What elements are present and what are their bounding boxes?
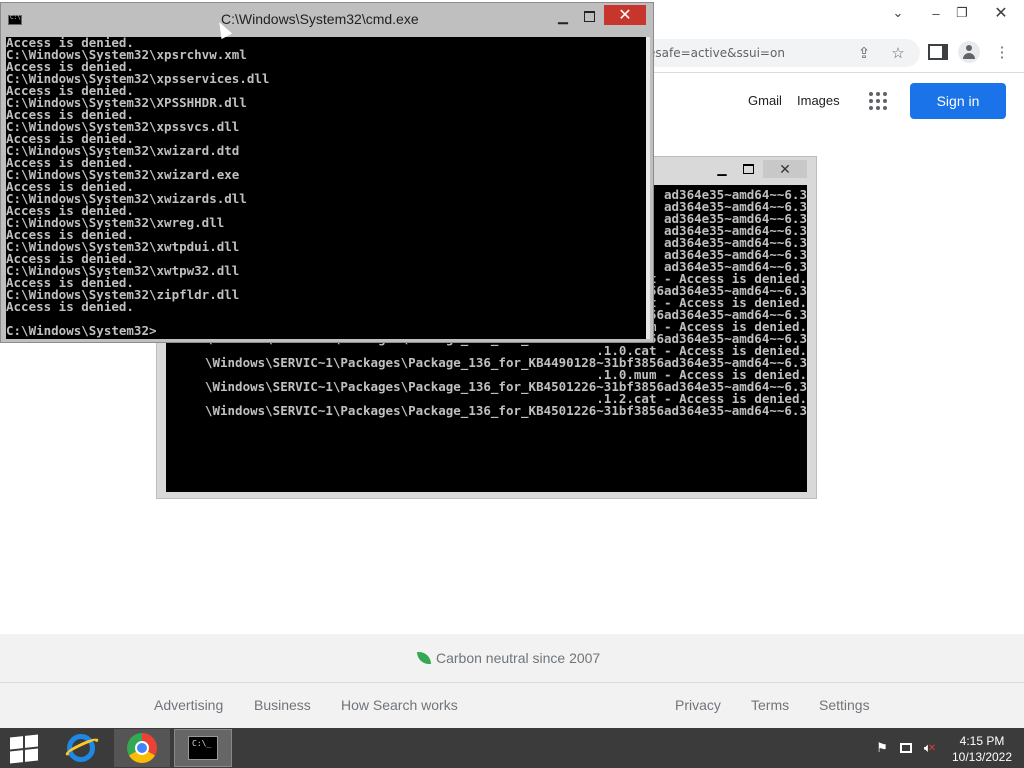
settings-link[interactable]: Settings	[819, 697, 870, 713]
maximize-button[interactable]	[579, 7, 599, 25]
minimize-button[interactable]: ▁	[713, 160, 731, 178]
advertising-link[interactable]: Advertising	[154, 697, 223, 713]
bookmark-star-icon[interactable]: ☆	[886, 41, 910, 65]
cmd-icon	[188, 736, 218, 760]
close-button[interactable]: ✕	[604, 5, 646, 25]
how-search-works-link[interactable]: How Search works	[341, 697, 458, 713]
scrollbar[interactable]	[646, 37, 650, 339]
window-title: C:\Windows\System32\cmd.exe	[221, 11, 419, 27]
taskbar: ⚑ 🔈︎✕ 4:15 PM 10/13/2022	[0, 728, 1024, 768]
start-button[interactable]	[10, 734, 38, 764]
action-center-flag-icon[interactable]: ⚑	[874, 740, 890, 756]
cmd-window-active[interactable]: C:\Windows\System32\cmd.exe ▁ ✕ Access i…	[0, 2, 654, 343]
gmail-link[interactable]: Gmail	[748, 93, 782, 108]
console-line: Access is denied.	[6, 299, 134, 314]
taskbar-chrome-button[interactable]	[114, 729, 170, 767]
tab-list-chevron-icon[interactable]: ⌄	[879, 0, 917, 26]
page-footer: Carbon neutral since 2007 Advertising Bu…	[0, 634, 1024, 728]
cmd-app-icon	[8, 14, 22, 25]
internet-explorer-icon	[67, 734, 95, 762]
close-button[interactable]: ✕	[763, 160, 807, 178]
clock-date: 10/13/2022	[951, 750, 1013, 764]
maximize-button[interactable]	[739, 160, 757, 178]
apps-grid-icon[interactable]	[869, 92, 887, 110]
taskbar-cmd-button[interactable]	[174, 729, 232, 767]
restore-button[interactable]: ❐	[943, 0, 981, 26]
images-link[interactable]: Images	[797, 93, 840, 108]
footer-divider	[0, 682, 1024, 683]
side-panel-icon[interactable]	[926, 40, 950, 64]
more-menu-icon[interactable]: ⋮	[990, 40, 1014, 64]
profile-avatar-icon[interactable]	[957, 40, 981, 64]
cmd-titlebar[interactable]: C:\Windows\System32\cmd.exe ▁ ✕	[1, 3, 653, 33]
carbon-neutral-note: Carbon neutral since 2007	[416, 650, 600, 666]
minimize-button[interactable]: ▁	[553, 7, 573, 25]
carbon-text[interactable]: Carbon neutral since 2007	[436, 650, 600, 666]
clock-time: 4:15 PM	[959, 734, 1005, 748]
console-output[interactable]: Access is denied. C:\Windows\System32\xps…	[6, 37, 646, 339]
system-clock[interactable]: 4:15 PM 10/13/2022	[944, 733, 1020, 765]
close-button[interactable]: ✕	[982, 0, 1020, 26]
sign-in-button[interactable]: Sign in	[910, 83, 1006, 119]
taskbar-ie-button[interactable]	[53, 729, 109, 767]
console-line: C:\Windows\System32>	[6, 323, 157, 338]
console-line: \Windows\SERVIC~1\Packages\Package_136_f…	[204, 403, 807, 418]
network-icon[interactable]	[898, 740, 914, 756]
share-icon[interactable]: ⇪	[852, 41, 876, 65]
address-bar[interactable]: esafe=active&ssui=on ⇪ ☆	[640, 39, 920, 67]
business-link[interactable]: Business	[254, 697, 311, 713]
address-text[interactable]: esafe=active&ssui=on	[648, 46, 785, 60]
volume-muted-icon[interactable]: 🔈︎ ✕	[922, 740, 938, 756]
privacy-link[interactable]: Privacy	[675, 697, 721, 713]
leaf-icon	[416, 650, 432, 666]
terms-link[interactable]: Terms	[751, 697, 789, 713]
chrome-icon	[127, 733, 157, 763]
console-lines: Access is denied. C:\Windows\System32\xps…	[6, 37, 269, 337]
